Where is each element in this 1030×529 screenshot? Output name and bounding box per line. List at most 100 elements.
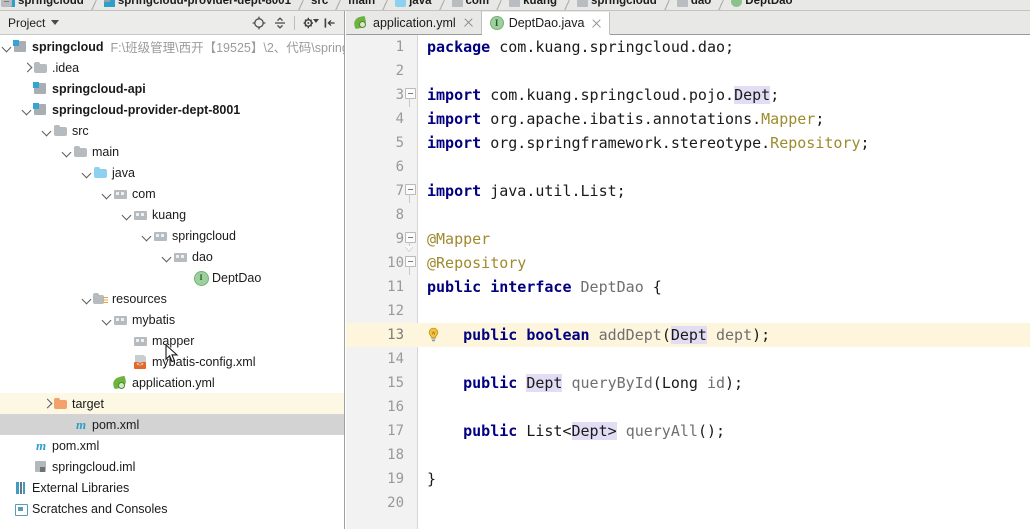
tree-item-target[interactable]: target	[0, 393, 344, 414]
code-line[interactable]: 6	[346, 155, 1030, 179]
tree-item-springcloud-api[interactable]: springcloud-api	[0, 78, 344, 99]
tree-item-kuang[interactable]: kuang	[0, 204, 344, 225]
intention-bulb-icon[interactable]: w	[426, 327, 441, 343]
fold-marker[interactable]	[404, 227, 417, 251]
tree-item-springcloud-iml[interactable]: springcloud.iml	[0, 456, 344, 477]
locate-in-tree-icon[interactable]	[249, 13, 269, 33]
chevron-down-icon[interactable]	[60, 141, 73, 162]
breadcrumb-item-deptdao[interactable]: DeptDao	[727, 0, 799, 10]
chevron-down-icon[interactable]	[80, 162, 93, 183]
tree-item-dao[interactable]: dao	[0, 246, 344, 267]
tree-item-label: com	[132, 186, 156, 201]
close-icon[interactable]	[463, 17, 474, 28]
code-line[interactable]: 19}	[346, 467, 1030, 491]
navigation-breadcrumb-bar[interactable]: springcloud springcloud-provider-dept-800…	[0, 0, 1030, 11]
chevron-right-icon[interactable]	[20, 57, 33, 78]
tree-item-src[interactable]: src	[0, 120, 344, 141]
code-line[interactable]: 2	[346, 59, 1030, 83]
breadcrumb-item-java[interactable]: java	[391, 0, 438, 10]
tree-item-external-libraries[interactable]: External Libraries	[0, 477, 344, 498]
fold-marker[interactable]	[404, 179, 417, 203]
chevron-right-icon[interactable]	[40, 393, 53, 414]
editor-tab-application-yml[interactable]: application.yml	[346, 11, 482, 34]
tree-item-scratches-and-consoles[interactable]: Scratches and Consoles	[0, 498, 344, 519]
breadcrumb-item-src[interactable]: src	[1, 0, 335, 10]
tree-item-mybatis[interactable]: mybatis	[0, 309, 344, 330]
source-folder-icon	[395, 0, 407, 7]
chevron-down-icon[interactable]	[0, 36, 13, 57]
tree-item-label: mybatis-config.xml	[152, 354, 256, 369]
code-line[interactable]: 18	[346, 443, 1030, 467]
breadcrumb-item-label: springcloud	[591, 0, 657, 7]
tree-item-springcloud[interactable]: springcloud F:\班级管理\西开【19525】\2、代码\spring…	[0, 36, 344, 57]
fold-marker[interactable]	[404, 83, 417, 107]
chevron-down-icon[interactable]	[100, 309, 113, 330]
collapse-region-icon[interactable]	[405, 88, 416, 99]
code-line[interactable]: 7 import java.util.List;	[346, 179, 1030, 203]
chevron-down-icon[interactable]	[20, 99, 33, 120]
chevron-down-icon[interactable]	[120, 204, 133, 225]
tree-item-mapper[interactable]: mapper	[0, 330, 344, 351]
code-line[interactable]: 5 import org.springframework.stereotype.R…	[346, 131, 1030, 155]
tree-item-label: mybatis	[132, 312, 176, 327]
code-line[interactable]: 15 public Dept queryById(Long id);	[346, 371, 1030, 395]
code-line[interactable]: 8	[346, 203, 1030, 227]
gear-icon[interactable]	[299, 13, 319, 33]
code-lines[interactable]: 1 package com.kuang.springcloud.dao; 2 3 imp…	[346, 35, 1030, 515]
chevron-down-icon[interactable]	[51, 20, 60, 25]
breadcrumb-item-springcloud[interactable]: springcloud	[0, 0, 91, 10]
code-line[interactable]: 10 @Repository	[346, 251, 1030, 275]
tree-item-idea[interactable]: .idea	[0, 57, 344, 78]
collapse-region-icon[interactable]	[405, 232, 416, 243]
code-line[interactable]: 12	[346, 299, 1030, 323]
tree-item-com[interactable]: com	[0, 183, 344, 204]
breadcrumb-item-main[interactable]: main	[1, 0, 382, 10]
breadcrumb-item-kuang[interactable]: kuang	[505, 0, 564, 10]
line-number: 11	[387, 279, 404, 295]
tree-item-pom-xml[interactable]: m pom.xml	[0, 435, 344, 456]
code-editor[interactable]: 1 package com.kuang.springcloud.dao; 2 3 imp…	[346, 35, 1030, 529]
breadcrumb-item-springcloud[interactable]: springcloud	[573, 0, 664, 10]
tree-item-resources[interactable]: resources	[0, 288, 344, 309]
editor-tab-deptdao-java[interactable]: I DeptDao.java	[481, 12, 611, 35]
breadcrumb-item-com[interactable]: com	[448, 0, 497, 10]
project-panel-title[interactable]: Project	[8, 16, 45, 30]
fold-marker[interactable]	[404, 251, 417, 275]
code-line[interactable]: 14	[346, 347, 1030, 371]
breadcrumb-item-dao[interactable]: dao	[673, 0, 718, 10]
tree-item-deptdao[interactable]: I DeptDao	[0, 267, 344, 288]
code-line[interactable]: 9 @Mapper	[346, 227, 1030, 251]
tree-item-mybatis-config-xml[interactable]: <> mybatis-config.xml	[0, 351, 344, 372]
code-line[interactable]: 1 package com.kuang.springcloud.dao;	[346, 35, 1030, 59]
chevron-down-icon[interactable]	[80, 288, 93, 309]
hide-panel-icon[interactable]	[320, 13, 340, 33]
chevron-down-icon[interactable]	[140, 225, 153, 246]
chevron-down-icon[interactable]	[100, 183, 113, 204]
breadcrumb-item-springcloud-provider-dept-8001[interactable]: springcloud-provider-dept-8001	[100, 0, 298, 10]
code-token: import	[427, 86, 482, 104]
tree-item-application-yml[interactable]: application.yml	[0, 372, 344, 393]
tree-item-springcloud-provider-dept-8001[interactable]: springcloud-provider-dept-8001	[0, 99, 344, 120]
code-text: package com.kuang.springcloud.dao;	[417, 35, 734, 59]
code-line[interactable]: 4 import org.apache.ibatis.annotations.Ma…	[346, 107, 1030, 131]
code-line[interactable]: 20	[346, 491, 1030, 515]
code-line[interactable]: 3 import com.kuang.springcloud.pojo.Dept;	[346, 83, 1030, 107]
code-line[interactable]: 16	[346, 395, 1030, 419]
chevron-down-icon[interactable]	[160, 246, 173, 267]
close-icon[interactable]	[591, 18, 602, 29]
collapse-region-icon[interactable]	[405, 256, 416, 267]
tree-item-main[interactable]: main	[0, 141, 344, 162]
breadcrumb-item-label: springcloud-provider-dept-8001	[117, 0, 291, 7]
collapse-all-icon[interactable]	[270, 13, 290, 33]
tree-item-springcloud[interactable]: springcloud	[0, 225, 344, 246]
code-line[interactable]: 11 public interface DeptDao {	[346, 275, 1030, 299]
code-line[interactable]: 17 public List<Dept> queryAll();	[346, 419, 1030, 443]
tree-item-java[interactable]: java	[0, 162, 344, 183]
chevron-down-icon[interactable]	[40, 120, 53, 141]
tree-item-pom-xml[interactable]: m pom.xml	[0, 414, 344, 435]
editor-tab-label: application.yml	[373, 15, 456, 30]
collapse-region-icon[interactable]	[405, 184, 416, 195]
code-line[interactable]: 13 w public boolean addDept(Dept dept);	[346, 323, 1030, 347]
project-tree[interactable]: springcloud F:\班级管理\西开【19525】\2、代码\spring…	[0, 36, 344, 529]
